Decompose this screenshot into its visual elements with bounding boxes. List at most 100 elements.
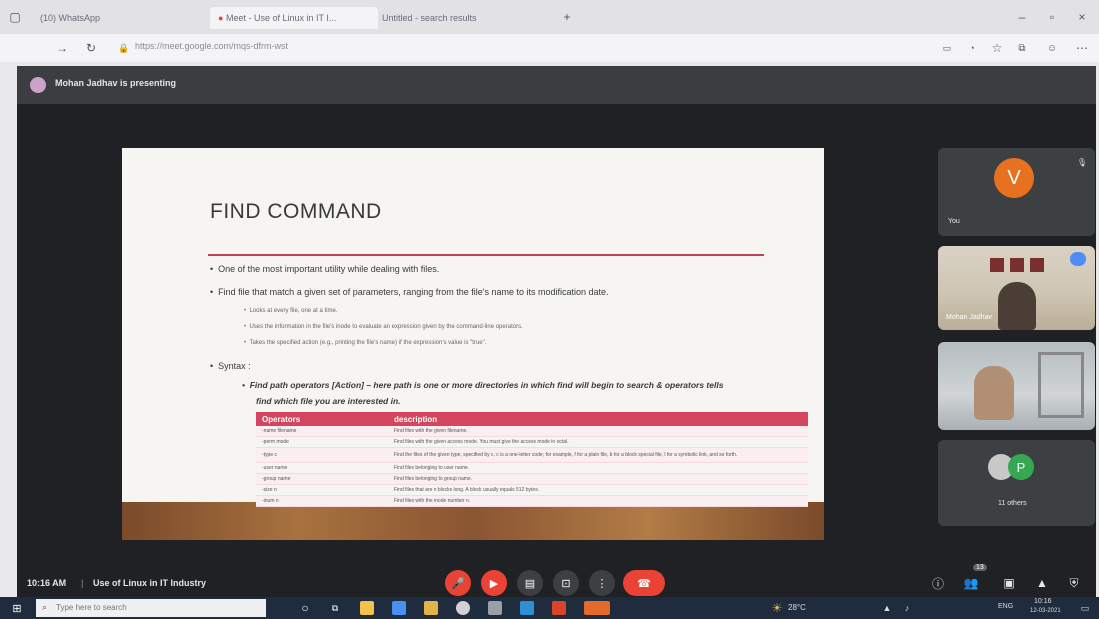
address-bar: → ↻ 🔒 https://meet.google.com/mqs-dfrm-w… (0, 34, 1099, 62)
mic-toggle-button[interactable]: 🎤 (445, 570, 471, 596)
language-indicator[interactable]: ENG (998, 603, 1013, 610)
minimize-icon[interactable]: – (1015, 10, 1029, 24)
more-options-button[interactable]: ⋮ (589, 570, 615, 596)
profile-icon[interactable]: ☺ (1045, 41, 1059, 55)
table-row: -group name Find files belonging to group… (256, 473, 808, 485)
taskbar-search-placeholder: Type here to search (56, 603, 127, 612)
table-cell: Find files that are n blocks long. A blo… (388, 484, 808, 496)
photos-icon[interactable] (584, 601, 610, 615)
table-header-row: Operators description (256, 412, 808, 426)
avatar: V (994, 158, 1034, 198)
collections-icon[interactable]: ⧉ (1015, 41, 1029, 55)
presenter-avatar (30, 77, 46, 93)
slide-bullet-1-text: One of the most important utility while … (218, 264, 440, 274)
table-cell: Find files belonging to group name. (388, 473, 808, 485)
dropbox-icon[interactable] (392, 601, 406, 615)
table-cell: -size n (256, 484, 388, 496)
table-cell: Find files with the given access mode. Y… (388, 436, 808, 448)
weather-icon[interactable]: ☀ (770, 601, 784, 615)
url-text[interactable]: https://meet.google.com/mqs-dfrm-wst (135, 41, 288, 51)
favorite-icon[interactable]: ☆ (990, 41, 1004, 55)
browser-tab-strip: ▢ (10) WhatsApp ● Meet - Use of Linux in… (0, 0, 1099, 34)
window-menu-icon[interactable]: ▢ (8, 10, 22, 24)
temperature: 28°C (788, 603, 806, 612)
slide-title: FIND COMMAND (210, 200, 382, 223)
participant-silhouette (998, 282, 1036, 330)
table-row: -user name Find files belonging to user n… (256, 462, 808, 474)
slide-sub-bullet-1: • Looks at every file, one at a time. (244, 308, 338, 314)
operators-table: Operators description -name filename Find… (256, 412, 808, 507)
file-explorer-icon[interactable] (360, 601, 374, 615)
notes-icon[interactable] (424, 601, 438, 615)
tab-search[interactable]: Untitled - search results (382, 7, 542, 29)
forward-icon[interactable]: → (55, 41, 69, 55)
notifications-icon[interactable]: ▭ (1078, 601, 1092, 615)
table-cell: -name filename (256, 426, 388, 437)
record-icon: ● (218, 13, 224, 23)
slide-bullet-2: • Find file that match a given set of pa… (210, 287, 609, 297)
slide-sub-bullet-2-text: Uses the information in the file's inode… (249, 324, 523, 330)
tab-whatsapp[interactable]: (10) WhatsApp (40, 7, 190, 29)
task-view-icon[interactable]: ⧉ (328, 601, 342, 615)
participant-tile-video-2[interactable] (938, 342, 1095, 430)
close-window-icon[interactable]: × (1075, 10, 1089, 24)
table-row: -type c Find the files of the given type,… (256, 447, 808, 463)
tab-whatsapp-label: (10) WhatsApp (40, 13, 101, 23)
slide-syntax-line-2-text: find which file you are interested in. (256, 396, 401, 406)
reload-icon[interactable]: ↻ (84, 41, 98, 55)
table-cell: -user name (256, 462, 388, 474)
slide-syntax-line-2: find which file you are interested in. (256, 396, 401, 406)
slide-divider (208, 254, 764, 256)
tile-label-you: You (948, 218, 960, 225)
mic-muted-icon: 🎙 (1076, 157, 1088, 167)
present-button[interactable]: ⊡ (553, 570, 579, 596)
search-icon: ⌕ (42, 602, 48, 612)
participant-tile-you[interactable]: V You 🎙 (938, 148, 1095, 236)
table-cell: -inum n (256, 495, 388, 507)
maximize-icon[interactable]: ▫ (1045, 10, 1059, 24)
camera-toggle-button[interactable]: ▶ (481, 570, 507, 596)
network-icon[interactable]: ▲ (880, 601, 894, 615)
table-header-operators: Operators (256, 412, 388, 426)
clock-time[interactable]: 10:16 (1034, 598, 1052, 605)
presenter-bar: Mohan Jadhav is presenting (17, 66, 1096, 104)
new-tab-icon[interactable]: + (560, 10, 574, 24)
slide-syntax-label-text: Syntax : (218, 361, 251, 371)
table-cell: Find files belonging to user name. (388, 462, 808, 474)
captions-button[interactable]: ▤ (517, 570, 543, 596)
leave-call-button[interactable]: ☎ (623, 570, 665, 596)
participant-tile-video-1[interactable]: Mohan Jadhav (938, 246, 1095, 330)
more-icon[interactable]: ⋯ (1075, 41, 1089, 55)
speaking-indicator-icon (1070, 252, 1086, 266)
extension-icon[interactable]: ◔ (965, 41, 979, 55)
chrome-icon[interactable] (456, 601, 470, 615)
store-icon[interactable] (488, 601, 502, 615)
camera-permission-icon[interactable]: ▭ (940, 41, 954, 55)
wall-frames (990, 258, 1044, 272)
clock-date[interactable]: 12-03-2021 (1030, 608, 1061, 614)
tile-label-others: 11 others (998, 500, 1027, 507)
volume-icon[interactable]: ♪ (900, 601, 914, 615)
slide-syntax-line-1-text: Find path operators [Action] – here path… (249, 380, 724, 390)
lock-icon: 🔒 (118, 42, 130, 53)
taskbar-search-box[interactable]: ⌕ Type here to search (36, 599, 266, 617)
table-cell: Find files with the inode number n. (388, 495, 808, 507)
people-icon[interactable]: 👥 (963, 576, 979, 590)
participant-tile-others[interactable]: P 11 others (938, 440, 1095, 526)
activities-icon[interactable]: ▲ (1035, 576, 1049, 590)
info-icon[interactable]: ⓘ (931, 576, 945, 591)
host-controls-icon[interactable]: ⛨ (1067, 576, 1081, 590)
table-cell: -perm mode (256, 436, 388, 448)
cortana-icon[interactable]: ○ (298, 601, 312, 615)
office-icon[interactable] (552, 601, 566, 615)
table-header-description: description (388, 412, 808, 426)
window-frame-decoration (1038, 352, 1084, 418)
tab-meet[interactable]: ● Meet - Use of Linux in IT I... (210, 7, 378, 29)
chat-icon[interactable]: ▣ (1002, 576, 1016, 590)
table-cell: Find files with the given filename. (388, 426, 808, 437)
windows-start-icon[interactable]: ⊞ (10, 601, 24, 615)
edge-icon[interactable] (520, 601, 534, 615)
participant-silhouette (974, 366, 1014, 420)
slide-syntax-label: • Syntax : (210, 361, 251, 371)
slide-sub-bullet-3: • Takes the specified action (e.g., prin… (244, 340, 487, 346)
